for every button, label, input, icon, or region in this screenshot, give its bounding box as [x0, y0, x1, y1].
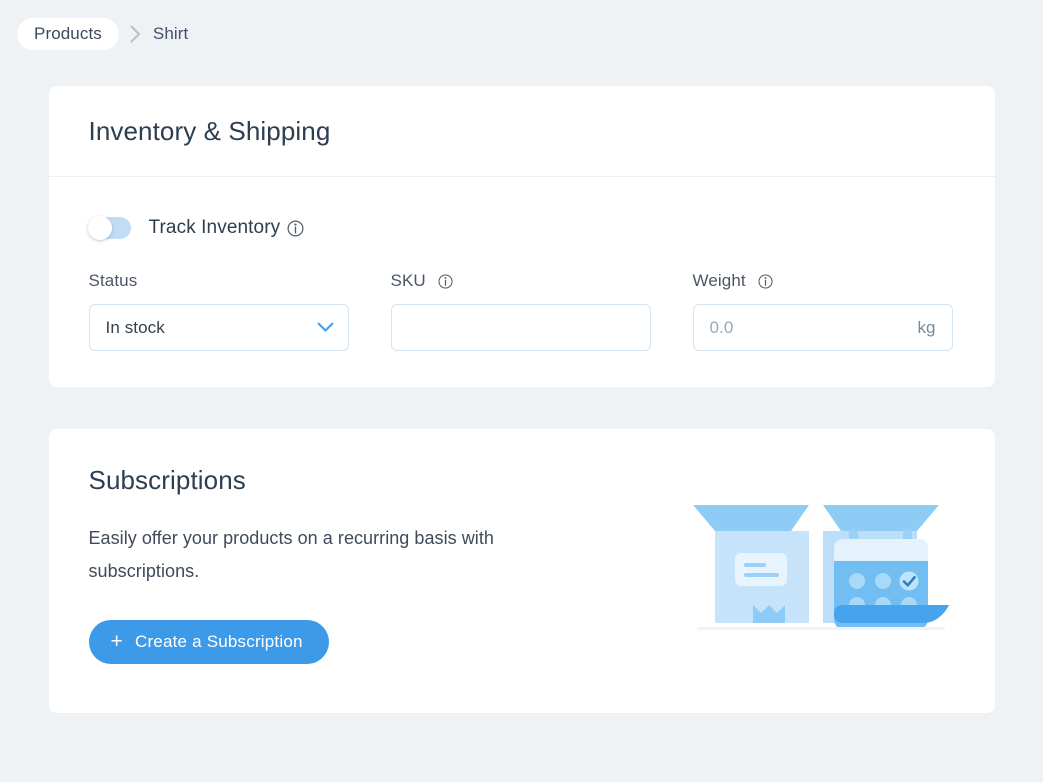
breadcrumb-item-products[interactable]: Products [17, 18, 119, 50]
weight-label-text: Weight [692, 271, 746, 290]
card-body: Track Inventory Status In stock SKU Weig… [49, 177, 995, 387]
weight-unit: kg [917, 317, 936, 337]
chevron-right-icon [119, 25, 153, 43]
status-field: Status In stock [88, 271, 349, 351]
toggle-knob [87, 216, 112, 240]
create-subscription-label: Create a Subscription [134, 632, 303, 651]
weight-placeholder: 0.0 [709, 317, 734, 337]
page-title: Inventory & Shipping [88, 116, 331, 146]
weight-label: Weight [693, 271, 953, 291]
fields-row: Status In stock SKU Weight 0.0 kg [88, 271, 955, 351]
plus-icon: + [110, 629, 123, 653]
breadcrumb: Products Shirt [0, 0, 1043, 68]
subscriptions-description: Easily offer your products on a recurrin… [88, 528, 494, 581]
sku-label: SKU [391, 271, 651, 291]
weight-input[interactable]: 0.0 kg [692, 304, 953, 351]
track-inventory-row: Track Inventory [87, 216, 955, 240]
inventory-shipping-card: Inventory & Shipping Track Inventory Sta… [48, 86, 995, 387]
breadcrumb-item-current: Shirt [152, 24, 189, 43]
open-box-with-calendar-illustration [691, 501, 955, 641]
status-value: In stock [105, 317, 165, 337]
weight-field: Weight 0.0 kg [692, 271, 953, 351]
info-icon[interactable] [438, 274, 453, 289]
subscriptions-card: Subscriptions Easily offer your products… [48, 429, 995, 713]
info-icon[interactable] [287, 219, 304, 237]
info-icon[interactable] [757, 274, 773, 289]
sku-field: SKU [390, 271, 651, 351]
chevron-down-icon[interactable] [317, 322, 334, 333]
sku-input[interactable] [390, 304, 651, 351]
track-inventory-label: Track Inventory [148, 217, 281, 238]
sku-label-text: SKU [390, 271, 426, 290]
subscriptions-title: Subscriptions [88, 465, 246, 495]
status-label: Status [88, 271, 138, 290]
track-inventory-toggle[interactable] [87, 216, 131, 240]
create-subscription-button[interactable]: + Create a Subscription [88, 620, 329, 664]
status-select[interactable]: In stock [88, 304, 349, 351]
card-header: Inventory & Shipping [48, 86, 995, 177]
subscriptions-body: Subscriptions Easily offer your products… [49, 429, 995, 713]
